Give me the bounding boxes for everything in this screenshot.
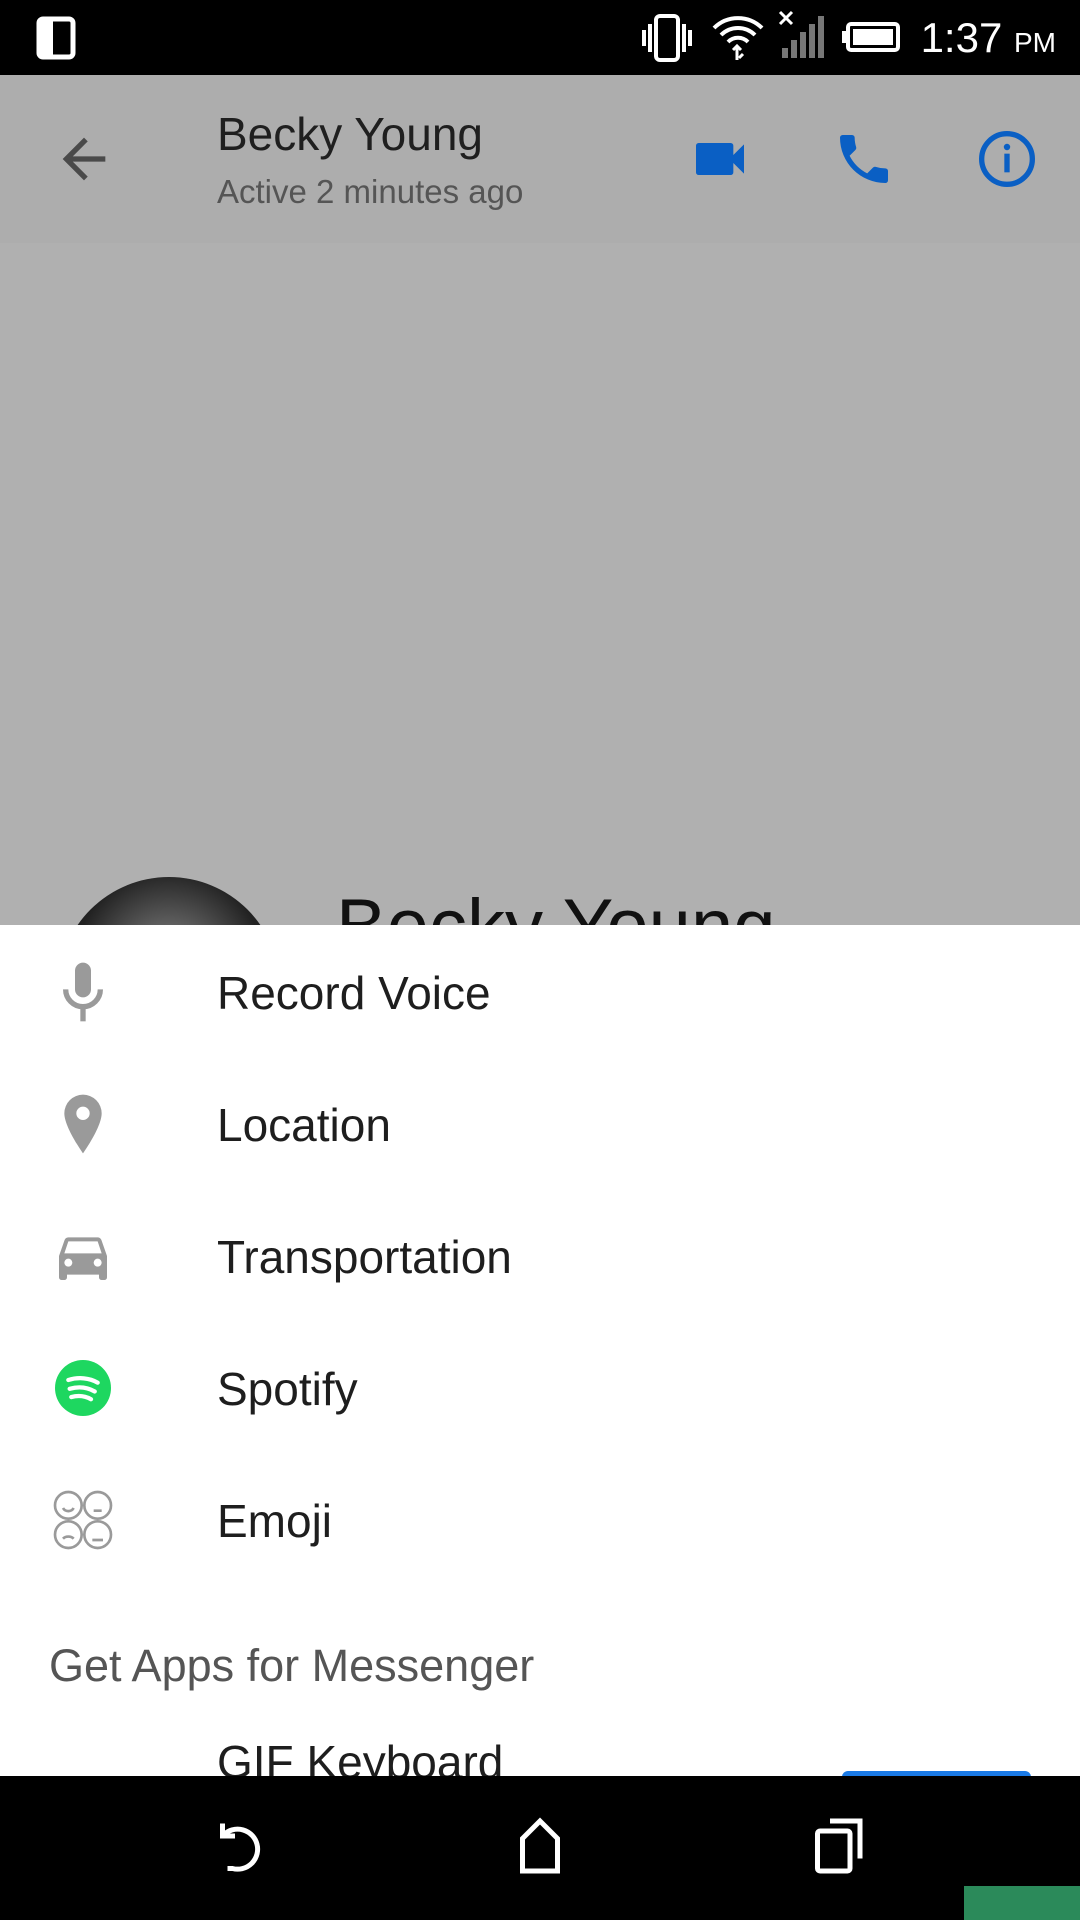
- microphone-icon: [63, 962, 103, 1022]
- phone-call-icon[interactable]: [832, 127, 896, 191]
- watermark-logo: [964, 1886, 1080, 1920]
- clock: 1:37 PM: [921, 14, 1056, 62]
- cell-signal-icon: [778, 10, 824, 58]
- menu-item-transportation[interactable]: Transportation: [0, 1190, 1080, 1322]
- clock-ampm: PM: [1014, 27, 1056, 58]
- back-icon[interactable]: [210, 1816, 270, 1876]
- video-call-icon[interactable]: [688, 127, 752, 191]
- recent-apps-icon[interactable]: [810, 1816, 870, 1876]
- menu-item-label: Emoji: [217, 1495, 333, 1547]
- conversation-header: Becky Young Active 2 minutes ago: [0, 75, 1080, 243]
- get-apps-section-title: Get Apps for Messenger: [49, 1640, 535, 1691]
- menu-item-label: Transportation: [217, 1231, 512, 1283]
- home-icon[interactable]: [510, 1816, 570, 1876]
- back-arrow-icon[interactable]: [52, 127, 116, 191]
- system-nav-bar: [0, 1776, 1080, 1920]
- profile-name: Becky Young: [336, 883, 776, 925]
- wifi-icon: [712, 16, 764, 60]
- active-status: Active 2 minutes ago: [217, 173, 524, 210]
- battery-icon: [842, 22, 900, 52]
- screen-rotation-icon: [36, 16, 76, 60]
- menu-item-spotify[interactable]: Spotify: [0, 1322, 1080, 1454]
- menu-item-label: Location: [217, 1099, 391, 1151]
- info-icon[interactable]: [975, 127, 1039, 191]
- spotify-icon: [55, 1360, 111, 1416]
- location-pin-icon: [64, 1094, 102, 1154]
- menu-item-label: Spotify: [217, 1363, 358, 1415]
- vibrate-icon: [642, 14, 692, 62]
- emoji-icon: [53, 1490, 113, 1550]
- menu-item-location[interactable]: Location: [0, 1058, 1080, 1190]
- conversation-backdrop: Becky Young: [0, 243, 1080, 925]
- app-item-gif-keyboard[interactable]: GIF Keyboard: [217, 1735, 503, 1776]
- more-options-sheet: Record Voice Location Transportation Spo…: [0, 925, 1080, 1776]
- menu-item-emoji[interactable]: Emoji: [0, 1454, 1080, 1586]
- menu-item-label: Record Voice: [217, 967, 491, 1019]
- menu-item-record-voice[interactable]: Record Voice: [0, 926, 1080, 1058]
- contact-avatar: [58, 877, 280, 925]
- contact-name[interactable]: Becky Young: [217, 107, 483, 161]
- car-icon: [59, 1237, 107, 1280]
- clock-time: 1:37: [920, 14, 1003, 61]
- status-bar: 1:37 PM: [0, 0, 1080, 75]
